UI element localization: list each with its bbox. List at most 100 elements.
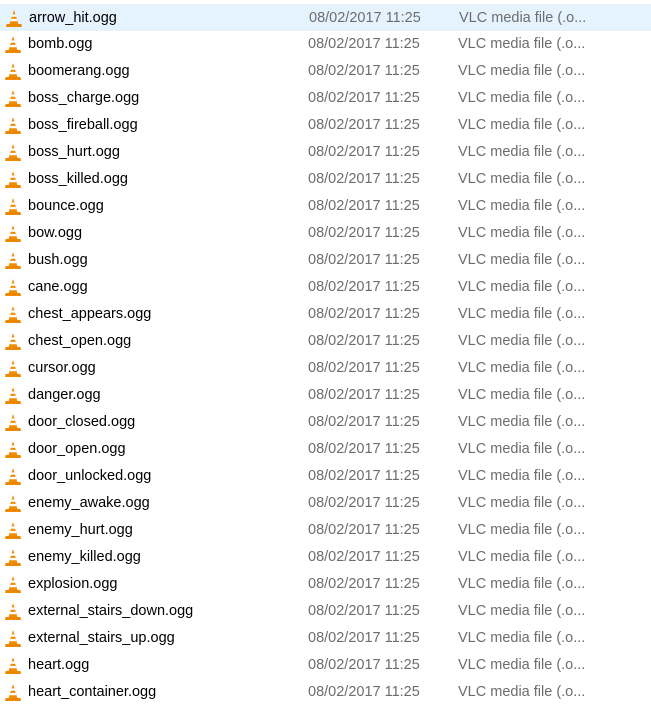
file-name: door_unlocked.ogg <box>28 468 152 484</box>
file-date-modified: 08/02/2017 11:25 <box>308 468 420 484</box>
file-type: VLC media file (.o... <box>459 10 587 26</box>
file-row[interactable]: boomerang.ogg 08/02/2017 11:25 VLC media… <box>0 58 651 85</box>
file-date-modified: 08/02/2017 11:25 <box>308 144 420 160</box>
file-type: VLC media file (.o... <box>458 549 586 565</box>
file-row[interactable]: boss_fireball.ogg 08/02/2017 11:25 VLC m… <box>0 112 651 139</box>
file-row[interactable]: boss_killed.ogg 08/02/2017 11:25 VLC med… <box>0 166 651 193</box>
file-row[interactable]: heart_container.ogg 08/02/2017 11:25 VLC… <box>0 679 651 706</box>
file-row[interactable]: enemy_hurt.ogg 08/02/2017 11:25 VLC medi… <box>0 517 651 544</box>
file-row[interactable]: external_stairs_up.ogg 08/02/2017 11:25 … <box>0 625 651 652</box>
file-name: boss_charge.ogg <box>28 90 140 106</box>
file-name: arrow_hit.ogg <box>29 10 117 26</box>
file-date-modified: 08/02/2017 11:25 <box>308 387 420 403</box>
vlc-cone-icon <box>4 359 22 378</box>
file-name: door_closed.ogg <box>28 414 136 430</box>
file-list: arrow_hit.ogg 08/02/2017 11:25 VLC media… <box>0 4 651 706</box>
file-name: cane.ogg <box>28 279 88 295</box>
file-row[interactable]: boss_hurt.ogg 08/02/2017 11:25 VLC media… <box>0 139 651 166</box>
file-row[interactable]: bow.ogg 08/02/2017 11:25 VLC media file … <box>0 220 651 247</box>
vlc-cone-icon <box>4 413 22 432</box>
file-row[interactable]: explosion.ogg 08/02/2017 11:25 VLC media… <box>0 571 651 598</box>
file-row[interactable]: bush.ogg 08/02/2017 11:25 VLC media file… <box>0 247 651 274</box>
file-name: bush.ogg <box>28 252 88 268</box>
file-row[interactable]: bomb.ogg 08/02/2017 11:25 VLC media file… <box>0 31 651 58</box>
file-type: VLC media file (.o... <box>458 495 586 511</box>
file-name: bow.ogg <box>28 225 83 241</box>
file-date-modified: 08/02/2017 11:25 <box>308 576 420 592</box>
vlc-cone-icon <box>4 440 22 459</box>
file-type: VLC media file (.o... <box>458 522 586 538</box>
vlc-cone-icon <box>4 602 22 621</box>
file-date-modified: 08/02/2017 11:25 <box>308 36 420 52</box>
vlc-cone-icon <box>4 197 22 216</box>
file-type: VLC media file (.o... <box>458 603 586 619</box>
file-row[interactable]: danger.ogg 08/02/2017 11:25 VLC media fi… <box>0 382 651 409</box>
file-row[interactable]: external_stairs_down.ogg 08/02/2017 11:2… <box>0 598 651 625</box>
file-date-modified: 08/02/2017 11:25 <box>308 522 420 538</box>
file-row[interactable]: door_open.ogg 08/02/2017 11:25 VLC media… <box>0 436 651 463</box>
file-row[interactable]: door_closed.ogg 08/02/2017 11:25 VLC med… <box>0 409 651 436</box>
file-name: chest_open.ogg <box>28 333 132 349</box>
file-row[interactable]: arrow_hit.ogg 08/02/2017 11:25 VLC media… <box>0 4 651 31</box>
file-row[interactable]: bounce.ogg 08/02/2017 11:25 VLC media fi… <box>0 193 651 220</box>
file-date-modified: 08/02/2017 11:25 <box>308 630 420 646</box>
file-type: VLC media file (.o... <box>458 171 586 187</box>
file-date-modified: 08/02/2017 11:25 <box>308 63 420 79</box>
file-type: VLC media file (.o... <box>458 198 586 214</box>
file-row[interactable]: chest_open.ogg 08/02/2017 11:25 VLC medi… <box>0 328 651 355</box>
file-type: VLC media file (.o... <box>458 333 586 349</box>
file-row[interactable]: enemy_killed.ogg 08/02/2017 11:25 VLC me… <box>0 544 651 571</box>
file-date-modified: 08/02/2017 11:25 <box>308 603 420 619</box>
vlc-cone-icon <box>5 9 23 28</box>
file-type: VLC media file (.o... <box>458 414 586 430</box>
vlc-cone-icon <box>4 494 22 513</box>
file-date-modified: 08/02/2017 11:25 <box>308 549 420 565</box>
file-name: cursor.ogg <box>28 360 96 376</box>
vlc-cone-icon <box>4 224 22 243</box>
vlc-cone-icon <box>4 62 22 81</box>
vlc-cone-icon <box>4 548 22 567</box>
file-name: bomb.ogg <box>28 36 93 52</box>
file-type: VLC media file (.o... <box>458 657 586 673</box>
file-type: VLC media file (.o... <box>458 90 586 106</box>
file-type: VLC media file (.o... <box>458 576 586 592</box>
file-name: explosion.ogg <box>28 576 118 592</box>
file-type: VLC media file (.o... <box>458 387 586 403</box>
file-date-modified: 08/02/2017 11:25 <box>308 657 420 673</box>
file-name: heart_container.ogg <box>28 684 157 700</box>
file-type: VLC media file (.o... <box>458 630 586 646</box>
file-name: door_open.ogg <box>28 441 126 457</box>
file-name: bounce.ogg <box>28 198 104 214</box>
vlc-cone-icon <box>4 35 22 54</box>
file-date-modified: 08/02/2017 11:25 <box>308 279 420 295</box>
file-row[interactable]: door_unlocked.ogg 08/02/2017 11:25 VLC m… <box>0 463 651 490</box>
file-name: enemy_hurt.ogg <box>28 522 133 538</box>
file-date-modified: 08/02/2017 11:25 <box>308 360 420 376</box>
file-type: VLC media file (.o... <box>458 252 586 268</box>
file-name: boss_fireball.ogg <box>28 117 138 133</box>
vlc-cone-icon <box>4 521 22 540</box>
file-date-modified: 08/02/2017 11:25 <box>308 198 420 214</box>
file-name: enemy_awake.ogg <box>28 495 150 511</box>
file-date-modified: 08/02/2017 11:25 <box>308 441 420 457</box>
file-date-modified: 08/02/2017 11:25 <box>309 10 421 26</box>
file-row[interactable]: enemy_awake.ogg 08/02/2017 11:25 VLC med… <box>0 490 651 517</box>
file-date-modified: 08/02/2017 11:25 <box>308 117 420 133</box>
vlc-cone-icon <box>4 575 22 594</box>
vlc-cone-icon <box>4 251 22 270</box>
file-row[interactable]: chest_appears.ogg 08/02/2017 11:25 VLC m… <box>0 301 651 328</box>
file-type: VLC media file (.o... <box>458 684 586 700</box>
vlc-cone-icon <box>4 683 22 702</box>
file-type: VLC media file (.o... <box>458 144 586 160</box>
vlc-cone-icon <box>4 170 22 189</box>
file-row[interactable]: heart.ogg 08/02/2017 11:25 VLC media fil… <box>0 652 651 679</box>
file-row[interactable]: boss_charge.ogg 08/02/2017 11:25 VLC med… <box>0 85 651 112</box>
file-row[interactable]: cane.ogg 08/02/2017 11:25 VLC media file… <box>0 274 651 301</box>
file-name: external_stairs_down.ogg <box>28 603 194 619</box>
file-date-modified: 08/02/2017 11:25 <box>308 684 420 700</box>
file-row[interactable]: cursor.ogg 08/02/2017 11:25 VLC media fi… <box>0 355 651 382</box>
file-type: VLC media file (.o... <box>458 63 586 79</box>
file-date-modified: 08/02/2017 11:25 <box>308 90 420 106</box>
file-name: danger.ogg <box>28 387 101 403</box>
file-date-modified: 08/02/2017 11:25 <box>308 306 420 322</box>
